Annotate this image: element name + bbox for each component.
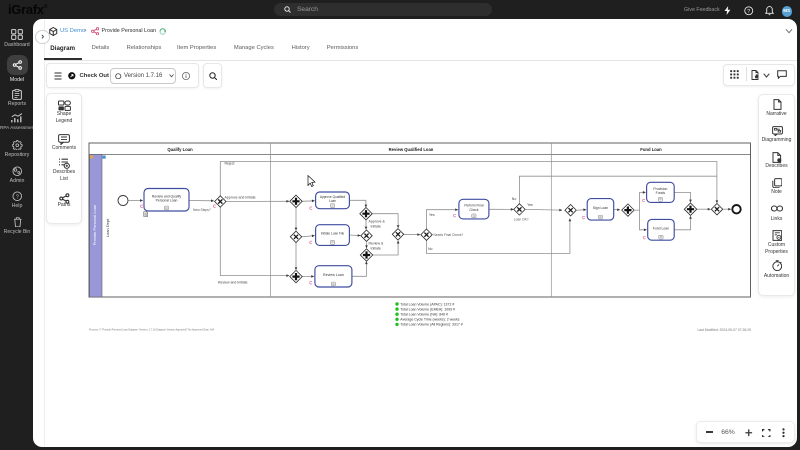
svg-text:No: No [428, 247, 433, 251]
svg-text:Review &: Review & [369, 242, 384, 246]
svg-text:Fund Loan: Fund Loan [640, 147, 662, 152]
svg-text:Provide Personal Loan: Provide Personal Loan [92, 205, 97, 245]
svg-text:Qualify Loan: Qualify Loan [167, 147, 193, 152]
svg-text:Review Loan: Review Loan [323, 273, 344, 277]
svg-text:Needs Final Check?: Needs Final Check? [434, 233, 464, 237]
svg-text:Total Loan Volume (EMEA): 1099: Total Loan Volume (EMEA): 1099 # [400, 307, 455, 311]
svg-text:Loan Dept: Loan Dept [105, 218, 110, 237]
svg-text:Average Cycle Time (weeks): 2: Average Cycle Time (weeks): 2 weeks [400, 318, 460, 322]
svg-text:Fund Loan: Fund Loan [653, 226, 669, 230]
svg-text:Yes: Yes [527, 203, 533, 207]
svg-text:New Steps?: New Steps? [193, 208, 211, 212]
svg-text:Approve &: Approve & [369, 219, 386, 223]
svg-text:Initiate: Initiate [371, 247, 381, 251]
svg-text:Loan: Loan [329, 199, 336, 203]
svg-text:Sign Loan: Sign Loan [593, 206, 608, 210]
svg-text:Last Modified: 2024-05-07 07:2: Last Modified: 2024-05-07 07:26:29 [697, 328, 751, 332]
svg-text:Review and Initiate: Review and Initiate [218, 281, 248, 285]
svg-text:Initiate Loan File: Initiate Loan File [321, 232, 345, 236]
svg-text:Review Qualified Loan: Review Qualified Loan [389, 147, 434, 152]
svg-text:Total Loan Volume (NA): 846 #: Total Loan Volume (NA): 846 # [400, 313, 448, 317]
svg-text:Loan OK?: Loan OK? [514, 218, 529, 222]
svg-text:Funds: Funds [656, 191, 666, 195]
svg-text:Yes: Yes [429, 213, 435, 217]
svg-text:No: No [512, 197, 517, 201]
svg-text:Approve and Initiate: Approve and Initiate [225, 195, 256, 199]
svg-text:Check: Check [469, 208, 478, 212]
svg-text:Personal Loan: Personal Loan [156, 198, 178, 202]
svg-text:Total Loan Volume (All Regions: Total Loan Volume (All Regions): 3317 # [400, 323, 463, 327]
svg-text:Reject: Reject [225, 162, 235, 166]
svg-text:Process: © 'Provide Personal L: Process: © 'Provide Personal Loan Diagra… [89, 329, 215, 332]
svg-text:Total Loan Volume (APAC): 1372: Total Loan Volume (APAC): 1372 # [400, 302, 454, 306]
svg-text:Initiate: Initiate [371, 224, 381, 228]
